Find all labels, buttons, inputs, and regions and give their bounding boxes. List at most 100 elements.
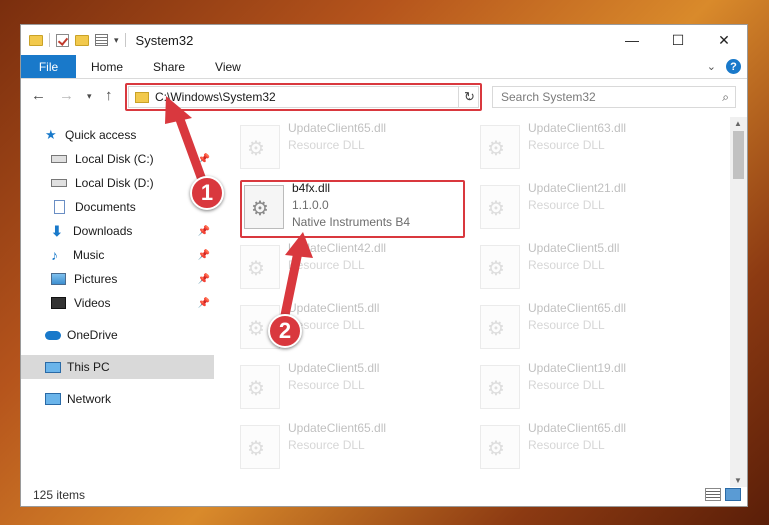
sidebar-item-label: This PC: [67, 360, 110, 374]
file-name: UpdateClient5.dll: [288, 301, 380, 315]
sidebar-item-local-disk-d[interactable]: Local Disk (D:): [21, 171, 214, 195]
sidebar-item-documents[interactable]: Documents: [21, 195, 214, 219]
sidebar-item-downloads[interactable]: ⬇ Downloads 📌: [21, 219, 214, 243]
pictures-icon: [51, 273, 66, 285]
window-controls: — ☐ ✕: [609, 25, 747, 55]
recent-locations-chevron-icon[interactable]: ▾: [87, 91, 92, 102]
file-type: Resource DLL: [288, 438, 365, 452]
dll-file-icon: [480, 305, 520, 349]
forward-arrow-icon[interactable]: →: [59, 87, 74, 104]
file-type: Resource DLL: [528, 378, 605, 392]
ribbon-tabs: File Home Share View ⌄ ?: [21, 55, 747, 79]
help-button[interactable]: ?: [726, 59, 741, 74]
sidebar-item-label: Music: [73, 248, 105, 262]
search-input[interactable]: Search System32: [501, 90, 722, 104]
dll-file-icon: [480, 185, 520, 229]
status-bar: 125 items: [21, 484, 747, 506]
tab-share[interactable]: Share: [138, 55, 200, 78]
file-name: b4fx.dll: [292, 181, 331, 195]
file-item[interactable]: UpdateClient5.dll Resource DLL: [480, 241, 700, 295]
sidebar-item-label: Quick access: [65, 128, 137, 142]
file-name: UpdateClient21.dll: [528, 181, 627, 195]
pin-icon: 📌: [197, 153, 210, 165]
ribbon-right: ⌄ ?: [707, 59, 741, 74]
file-item[interactable]: UpdateClient19.dll Resource DLL: [480, 361, 700, 415]
navigation-bar: ← → ▾ ↑ C:\Windows\System32 ⌄ ↻ Search S…: [21, 81, 747, 113]
expand-ribbon-chevron-icon[interactable]: ⌄: [707, 60, 716, 73]
search-icon[interactable]: ⌕: [722, 90, 729, 105]
file-item[interactable]: UpdateClient65.dll Resource DLL: [480, 301, 700, 355]
disk-icon: [51, 155, 67, 163]
file-item[interactable]: UpdateClient63.dll Resource DLL: [480, 121, 700, 175]
sidebar-item-network[interactable]: Network: [21, 387, 214, 411]
step-1-badge: 1: [190, 176, 224, 210]
file-name: UpdateClient5.dll: [288, 361, 380, 375]
file-type: Resource DLL: [528, 438, 605, 452]
tab-view[interactable]: View: [200, 55, 256, 78]
back-arrow-icon[interactable]: ←: [31, 87, 46, 104]
sidebar-item-onedrive[interactable]: OneDrive: [21, 323, 214, 347]
file-name: UpdateClient65.dll: [288, 121, 387, 135]
dll-file-icon: [240, 245, 280, 289]
dll-file-icon: [240, 425, 280, 469]
up-arrow-icon[interactable]: ↑: [105, 87, 113, 104]
file-item[interactable]: UpdateClient42.dll Resource DLL: [240, 241, 460, 295]
sidebar-item-this-pc[interactable]: This PC: [21, 355, 214, 379]
scroll-up-arrow-icon[interactable]: ▲: [734, 119, 742, 128]
file-name: UpdateClient5.dll: [528, 241, 620, 255]
sidebar-item-quick-access[interactable]: ★ Quick access: [21, 123, 214, 147]
file-item[interactable]: UpdateClient5.dll Resource DLL: [240, 361, 460, 415]
file-item[interactable]: UpdateClient65.dll Resource DLL: [240, 121, 460, 175]
pin-icon: 📌: [197, 297, 210, 309]
toolbar-divider: [49, 33, 50, 47]
file-item[interactable]: UpdateClient65.dll Resource DLL: [480, 421, 700, 475]
scrollbar-thumb[interactable]: [733, 131, 744, 179]
sidebar-item-label: Videos: [74, 296, 111, 310]
dll-file-icon: [244, 185, 284, 229]
file-item[interactable]: UpdateClient65.dll Resource DLL: [240, 421, 460, 475]
toolbar-divider: [124, 33, 126, 47]
file-type: Resource DLL: [528, 138, 605, 152]
file-version: 1.1.0.0: [292, 198, 329, 212]
file-name: UpdateClient65.dll: [528, 301, 627, 315]
onedrive-icon: [45, 330, 61, 340]
address-highlight-box: [125, 83, 482, 111]
close-button[interactable]: ✕: [701, 25, 747, 55]
quick-access-toolbar: ▾: [21, 33, 126, 47]
large-icons-view-icon[interactable]: [725, 488, 741, 501]
chevron-down-icon[interactable]: ▾: [114, 35, 119, 46]
search-box[interactable]: Search System32 ⌕: [492, 86, 736, 108]
view-buttons: [705, 488, 741, 501]
dll-file-icon: [480, 245, 520, 289]
file-item[interactable]: UpdateClient21.dll Resource DLL: [480, 181, 700, 235]
properties-check-icon[interactable]: [56, 33, 69, 47]
file-name: UpdateClient65.dll: [288, 421, 387, 435]
maximize-button[interactable]: ☐: [655, 25, 701, 55]
customize-toolbar-icon[interactable]: [95, 34, 108, 46]
dll-file-icon: [240, 365, 280, 409]
dll-file-icon: [480, 365, 520, 409]
window-title: System32: [135, 32, 194, 48]
download-icon: ⬇: [51, 222, 63, 239]
sidebar-item-music[interactable]: ♪ Music 📌: [21, 243, 214, 267]
file-type: Resource DLL: [528, 198, 605, 212]
sidebar-item-videos[interactable]: Videos 📌: [21, 291, 214, 315]
new-folder-icon[interactable]: [75, 34, 89, 46]
sidebar-item-label: Documents: [75, 200, 136, 214]
file-list: UpdateClient65.dll Resource DLL UpdateCl…: [226, 117, 731, 487]
details-view-icon[interactable]: [705, 488, 721, 501]
tab-home[interactable]: Home: [76, 55, 138, 78]
vertical-scrollbar[interactable]: ▲ ▼: [730, 117, 747, 487]
sidebar-item-local-disk-c[interactable]: Local Disk (C:) 📌: [21, 147, 214, 171]
file-type: Resource DLL: [288, 258, 365, 272]
sidebar-item-pictures[interactable]: Pictures 📌: [21, 267, 214, 291]
title-bar: ▾ System32 — ☐ ✕: [21, 25, 747, 55]
file-type: Resource DLL: [288, 378, 365, 392]
minimize-button[interactable]: —: [609, 25, 655, 55]
pc-icon: [45, 361, 61, 373]
dll-file-icon: [240, 125, 280, 169]
documents-icon: [54, 200, 65, 214]
file-item-b4fx[interactable]: b4fx.dll 1.1.0.0 Native Instruments B4: [244, 181, 464, 235]
tab-file[interactable]: File: [21, 55, 76, 78]
step-2-badge: 2: [268, 314, 302, 348]
